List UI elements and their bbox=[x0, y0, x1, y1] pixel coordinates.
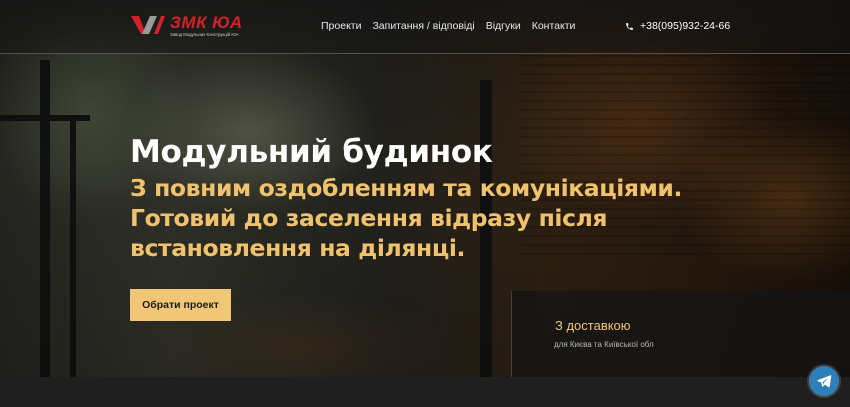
telegram-icon bbox=[817, 375, 832, 388]
choose-project-button[interactable]: Обрати проект bbox=[130, 289, 231, 321]
logo[interactable]: ЗМК ЮА Завод Модульних Конструкцій ЮА bbox=[130, 12, 250, 42]
hero-title: Модульний будинок bbox=[130, 134, 493, 170]
nav-item-contacts[interactable]: Контакти bbox=[532, 20, 576, 32]
delivery-title: З доставкою bbox=[555, 318, 631, 333]
telegram-button[interactable] bbox=[809, 366, 839, 396]
logo-subtitle: Завод Модульних Конструкцій ЮА bbox=[170, 32, 239, 37]
nav-item-projects[interactable]: Проекти bbox=[321, 20, 361, 32]
phone-icon bbox=[626, 22, 633, 30]
delivery-subtitle: для Києва та Київської обл bbox=[554, 340, 654, 349]
logo-mark-icon bbox=[131, 16, 165, 34]
bottom-strip bbox=[0, 377, 850, 407]
main-nav: Проекти Запитання / відповіді Відгуки Ко… bbox=[321, 20, 575, 32]
hero-subtitle: З повним оздобленням та комунікаціями. Г… bbox=[130, 174, 683, 262]
delivery-panel: З доставкою для Києва та Київської обл bbox=[511, 291, 850, 377]
nav-item-reviews[interactable]: Відгуки bbox=[486, 20, 521, 32]
nav-item-faq[interactable]: Запитання / відповіді bbox=[372, 20, 474, 32]
logo-text: ЗМК ЮА bbox=[170, 13, 243, 32]
site-header: ЗМК ЮА Завод Модульних Конструкцій ЮА Пр… bbox=[0, 0, 850, 54]
phone-number: +38(095)932-24-66 bbox=[640, 20, 731, 32]
phone-link[interactable]: +38(095)932-24-66 bbox=[625, 20, 730, 32]
